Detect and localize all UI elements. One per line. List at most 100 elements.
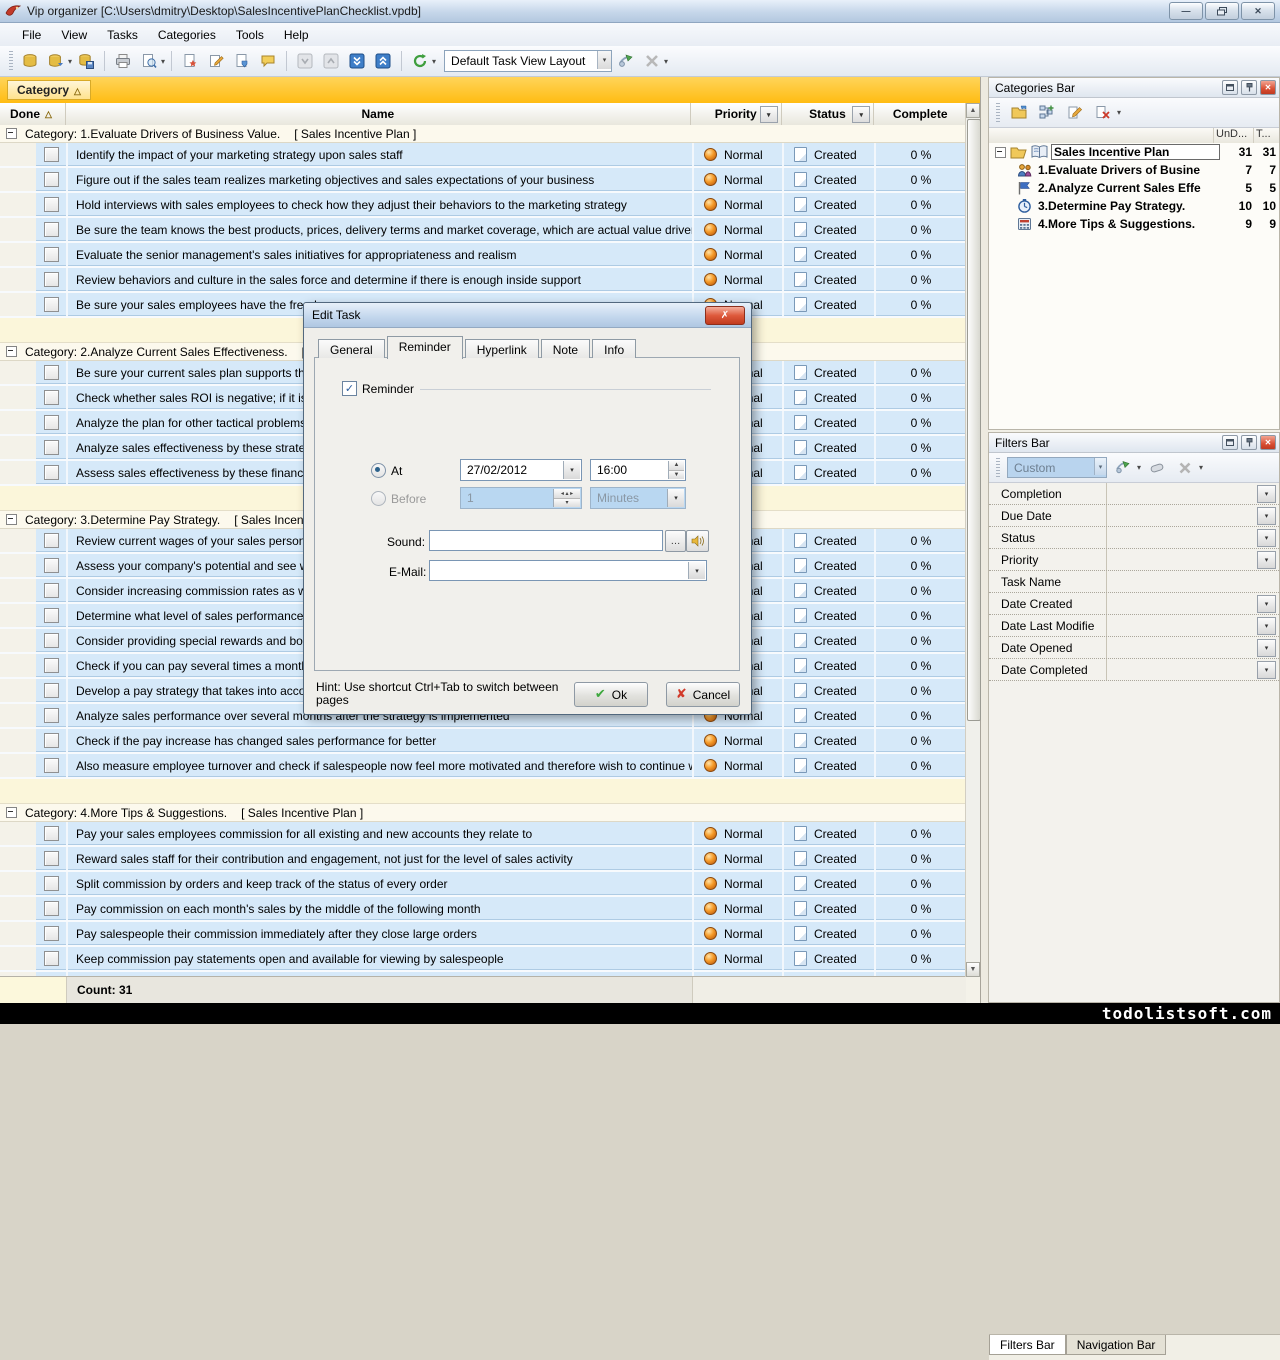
status-filter-dropdown-icon[interactable]: ▾ xyxy=(852,106,870,123)
task-status-cell[interactable]: Created xyxy=(782,411,874,434)
task-status-cell[interactable]: Created xyxy=(782,847,874,870)
menu-file[interactable]: File xyxy=(12,25,51,45)
task-status-cell[interactable]: Created xyxy=(782,822,874,845)
reminder-time-field[interactable]: 16:00 ▲▼ xyxy=(590,459,686,481)
task-priority-cell[interactable]: Normal xyxy=(692,754,782,777)
task-status-cell[interactable]: Created xyxy=(782,554,874,577)
task-checkbox[interactable] xyxy=(44,876,59,891)
ok-button[interactable]: ✔ Ok xyxy=(574,682,648,707)
title-bar[interactable]: Vip organizer [C:\Users\dmitry\Desktop\S… xyxy=(0,0,1280,23)
task-checkbox[interactable] xyxy=(44,683,59,698)
sound-play-icon[interactable] xyxy=(686,530,709,552)
before-spinner[interactable]: ◂ ▴ ▸▾ xyxy=(553,489,580,507)
task-checkbox[interactable] xyxy=(44,658,59,673)
task-priority-cell[interactable]: Normal xyxy=(692,922,782,945)
scroll-down-icon[interactable]: ▼ xyxy=(966,962,980,977)
filters-toolbar-caret-icon[interactable]: ▾ xyxy=(1199,463,1203,472)
task-checkbox[interactable] xyxy=(44,147,59,162)
categories-toolbar-grip[interactable] xyxy=(996,103,1000,123)
layout-combo-dropdown-icon[interactable]: ▾ xyxy=(597,51,611,69)
task-priority-cell[interactable]: Normal xyxy=(692,847,782,870)
task-status-cell[interactable]: Created xyxy=(782,193,874,216)
close-button[interactable]: ✕ xyxy=(1241,2,1275,20)
filters-pin-icon[interactable] xyxy=(1241,435,1257,450)
print-icon[interactable] xyxy=(111,49,135,73)
total-column-header[interactable]: T... xyxy=(1253,128,1279,144)
task-checkbox[interactable] xyxy=(44,758,59,773)
tree-category-item[interactable]: 3.Determine Pay Strategy.1010 xyxy=(989,197,1279,215)
apply-layout-icon[interactable] xyxy=(614,49,638,73)
collapse-group-icon[interactable] xyxy=(6,346,17,357)
task-checkbox[interactable] xyxy=(44,222,59,237)
filter-dropdown-icon[interactable]: ▾ xyxy=(1257,551,1276,569)
dialog-close-icon[interactable]: ✗ xyxy=(705,306,745,325)
expand-all-icon[interactable] xyxy=(345,49,369,73)
filter-preset-dropdown-icon[interactable]: ▾ xyxy=(1094,458,1106,475)
task-status-cell[interactable]: Created xyxy=(782,947,874,970)
task-row[interactable]: Keep commission pay statements open and … xyxy=(0,947,966,972)
filter-row-date-last-modifie[interactable]: Date Last Modifie▾ xyxy=(989,615,1279,637)
email-dropdown-icon[interactable]: ▾ xyxy=(688,562,705,579)
task-status-cell[interactable]: Created xyxy=(782,897,874,920)
task-priority-cell[interactable]: Normal xyxy=(692,193,782,216)
new-database-icon[interactable] xyxy=(18,49,42,73)
task-checkbox[interactable] xyxy=(44,465,59,480)
task-name-cell[interactable]: Hold interviews with sales employees to … xyxy=(66,193,692,216)
task-row[interactable]: Also measure employee turnover and check… xyxy=(0,754,966,779)
new-task-icon[interactable] xyxy=(178,49,202,73)
task-priority-cell[interactable]: Normal xyxy=(692,168,782,191)
filter-row-date-opened[interactable]: Date Opened▾ xyxy=(989,637,1279,659)
task-name-cell[interactable]: Be sure the team knows the best products… xyxy=(66,218,692,241)
collapse-group-icon[interactable] xyxy=(6,807,17,818)
task-row[interactable]: Pay salespeople their commission immedia… xyxy=(0,922,966,947)
task-status-cell[interactable]: Created xyxy=(782,754,874,777)
task-name-cell[interactable]: Pay salespeople their commission immedia… xyxy=(66,922,692,945)
scroll-up-icon[interactable]: ▲ xyxy=(966,103,980,118)
filter-row-task-name[interactable]: Task Name xyxy=(989,571,1279,593)
tree-category-item[interactable]: 2.Analyze Current Sales Effe55 xyxy=(989,179,1279,197)
filter-row-status[interactable]: Status▾ xyxy=(989,527,1279,549)
before-unit-combo[interactable]: Minutes ▾ xyxy=(590,487,686,509)
task-priority-cell[interactable]: Normal xyxy=(692,897,782,920)
tab-filters-bar[interactable]: Filters Bar xyxy=(989,1335,1066,1355)
comment-icon[interactable] xyxy=(256,49,280,73)
priority-filter-dropdown-icon[interactable]: ▾ xyxy=(760,106,778,123)
collapse-group-icon[interactable] xyxy=(6,128,17,139)
print-preview-icon[interactable] xyxy=(137,49,161,73)
task-status-cell[interactable]: Created xyxy=(782,922,874,945)
filter-dropdown-icon[interactable]: ▾ xyxy=(1257,661,1276,679)
task-checkbox[interactable] xyxy=(44,247,59,262)
move-down-disabled-icon[interactable] xyxy=(293,49,317,73)
save-database-icon[interactable] xyxy=(74,49,98,73)
task-row[interactable]: Pay commission on each month's sales by … xyxy=(0,897,966,922)
task-checkbox[interactable] xyxy=(44,633,59,648)
task-checkbox[interactable] xyxy=(44,901,59,916)
task-checkbox[interactable] xyxy=(44,297,59,312)
layout-combo[interactable]: Default Task View Layout ▾ xyxy=(444,50,612,72)
filter-dropdown-icon[interactable]: ▾ xyxy=(1257,617,1276,635)
task-name-cell[interactable]: Evaluate the senior management's sales i… xyxy=(66,243,692,266)
toolbar-grip[interactable] xyxy=(9,51,13,71)
filters-restore-icon[interactable] xyxy=(1222,435,1238,450)
column-header-name[interactable]: Name xyxy=(66,103,691,125)
tree-collapse-icon[interactable] xyxy=(995,147,1006,158)
task-status-cell[interactable]: Created xyxy=(782,729,874,752)
task-checkbox[interactable] xyxy=(44,365,59,380)
undone-column-header[interactable]: UnD... xyxy=(1213,128,1253,144)
task-name-cell[interactable]: Pay commission on each month's sales by … xyxy=(66,897,692,920)
collapse-all-icon[interactable] xyxy=(371,49,395,73)
layout-options-caret-icon[interactable]: ▾ xyxy=(664,57,668,66)
minimize-button[interactable]: — xyxy=(1169,2,1203,20)
task-status-cell[interactable]: Created xyxy=(782,268,874,291)
email-combo[interactable]: ▾ xyxy=(429,560,707,581)
menu-tools[interactable]: Tools xyxy=(226,25,274,45)
task-status-cell[interactable]: Created xyxy=(782,143,874,166)
task-status-cell[interactable]: Created xyxy=(782,461,874,484)
filter-row-priority[interactable]: Priority▾ xyxy=(989,549,1279,571)
filter-dropdown-icon[interactable]: ▾ xyxy=(1257,485,1276,503)
tab-note[interactable]: Note xyxy=(541,339,590,358)
date-dropdown-icon[interactable]: ▾ xyxy=(563,461,580,479)
task-checkbox[interactable] xyxy=(44,851,59,866)
filter-row-date-completed[interactable]: Date Completed▾ xyxy=(989,659,1279,681)
task-name-cell[interactable]: Keep commission pay statements open and … xyxy=(66,947,692,970)
